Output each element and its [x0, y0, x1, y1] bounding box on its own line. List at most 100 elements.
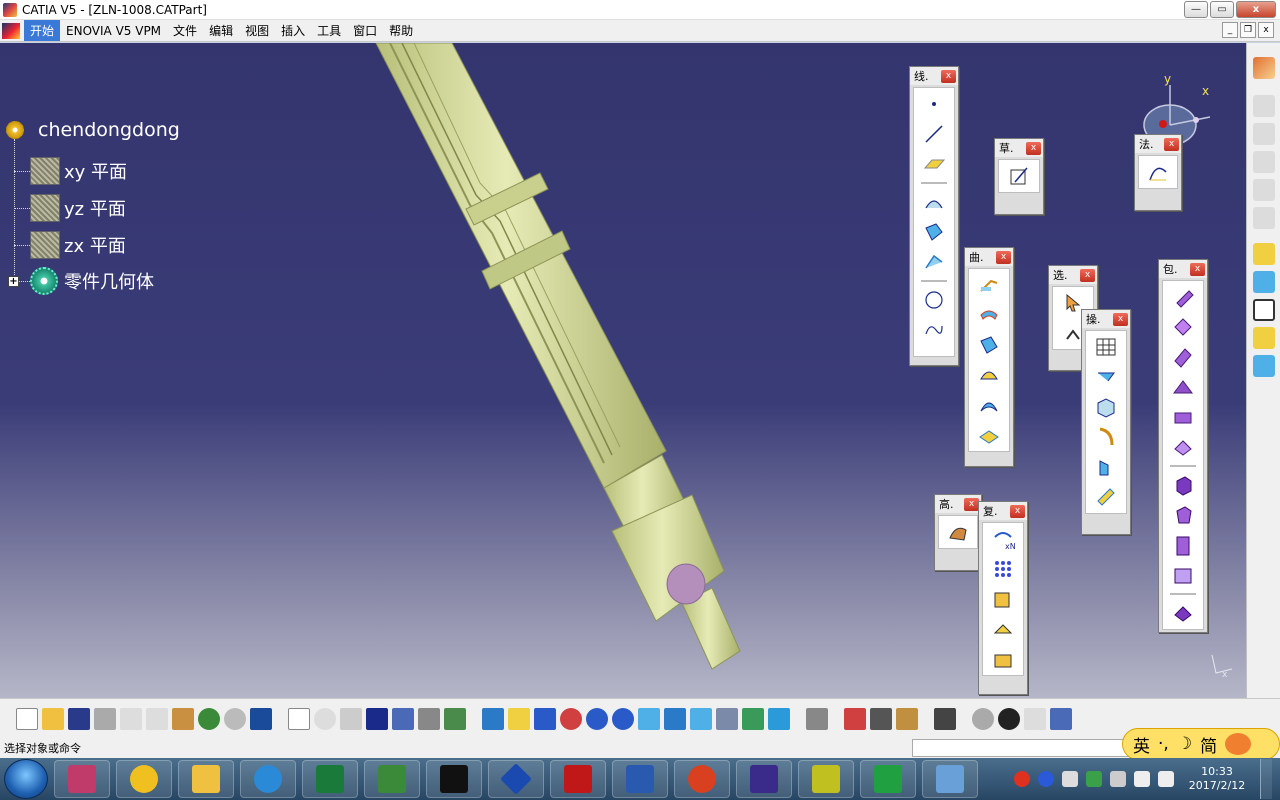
toolbar-close-button[interactable]: x [1010, 504, 1025, 518]
print-icon[interactable] [94, 707, 116, 730]
close-button[interactable]: x [1236, 1, 1276, 18]
menu-help[interactable]: 帮助 [383, 20, 419, 41]
taskbar-app-simulation[interactable] [860, 760, 916, 798]
volume-cube-icon[interactable] [1171, 473, 1195, 497]
menu-insert[interactable]: 插入 [275, 20, 311, 41]
catia-logo-icon[interactable] [2, 22, 20, 39]
taskbar-app-control-panel[interactable] [922, 760, 978, 798]
point-creation-icon[interactable] [1252, 299, 1275, 321]
taskbar-app-catia[interactable] [488, 760, 544, 798]
volume-loft-icon[interactable] [1171, 375, 1195, 399]
ime-mode[interactable]: 英 [1133, 732, 1150, 757]
volume-sweep-icon[interactable] [1171, 345, 1195, 369]
circle-icon[interactable] [922, 288, 946, 312]
measure-item-icon[interactable] [870, 707, 892, 730]
toolbar-close-button[interactable]: x [964, 497, 979, 511]
taskbar-app-360[interactable] [116, 760, 172, 798]
lock-icon[interactable] [418, 707, 440, 730]
surface-creation-icon[interactable] [1252, 355, 1275, 377]
ime-punctuation[interactable]: ·, [1158, 734, 1169, 754]
toolbar-close-button[interactable]: x [1080, 268, 1095, 282]
sweep-surface-icon[interactable] [977, 393, 1001, 417]
sphere-surface-icon[interactable] [977, 333, 1001, 357]
taskbar-app-project[interactable] [364, 760, 420, 798]
fly-mode-icon[interactable] [482, 707, 504, 730]
translate-icon[interactable] [1094, 455, 1118, 479]
knowledge-icon[interactable] [314, 707, 336, 730]
taskbar-app-render[interactable] [736, 760, 792, 798]
spec-tree-root[interactable]: chendongdong [6, 119, 180, 141]
law-curve-icon[interactable] [1146, 160, 1170, 184]
shaft-icon[interactable] [1252, 179, 1275, 201]
show-desktop-button[interactable] [1260, 759, 1272, 799]
toolbar-header[interactable]: 包. x [1159, 260, 1207, 278]
toolbar-header[interactable]: 曲. x [965, 248, 1013, 266]
offset-surface-icon[interactable] [977, 363, 1001, 387]
update-icon[interactable] [806, 707, 828, 730]
catalog-icon[interactable] [991, 647, 1015, 671]
normal-view-icon[interactable] [638, 707, 660, 730]
expand-icon[interactable]: + [8, 276, 19, 287]
toolbar-close-button[interactable]: x [1190, 262, 1205, 276]
extract-icon[interactable] [1094, 395, 1118, 419]
tree-item-label[interactable]: xy 平面 [64, 158, 127, 184]
menu-start[interactable]: 开始 [24, 20, 61, 41]
projection-icon[interactable] [922, 190, 946, 214]
measure-between-icon[interactable] [844, 707, 866, 730]
table-icon[interactable] [366, 707, 388, 730]
toolbar-volumes[interactable]: 包. x [1158, 259, 1208, 633]
plane-creation-icon[interactable] [1252, 243, 1275, 265]
taskbar-app-ie[interactable] [240, 760, 296, 798]
paste-icon[interactable] [172, 707, 194, 730]
volume-add-icon[interactable] [1171, 563, 1195, 587]
pattern-grid-icon[interactable] [991, 557, 1015, 581]
tree-item-label[interactable]: zx 平面 [64, 232, 126, 258]
ime-moon-icon[interactable]: ☽ [1177, 734, 1192, 754]
taskbar-app-word[interactable] [612, 760, 668, 798]
volume-extrude-icon[interactable] [1171, 285, 1195, 309]
repeat-object-icon[interactable]: xN [991, 527, 1016, 551]
volume-draft-icon[interactable] [1171, 533, 1195, 557]
instantiate-icon[interactable] [991, 617, 1015, 641]
toolbar-close-button[interactable]: x [941, 69, 956, 83]
command-input[interactable] [912, 739, 1130, 757]
menu-file[interactable]: 文件 [167, 20, 203, 41]
wifi-icon[interactable] [1134, 771, 1150, 787]
menu-enovia[interactable]: ENOVIA V5 VPM [60, 22, 167, 40]
toolbar-operations[interactable]: 操. x [1081, 309, 1131, 535]
taskbar-app-mechanical[interactable] [798, 760, 854, 798]
menu-edit[interactable]: 编辑 [203, 20, 239, 41]
taskbar-app-flash[interactable] [550, 760, 606, 798]
volume-boolean-icon[interactable] [1171, 601, 1195, 625]
copy-icon[interactable] [146, 707, 168, 730]
doc-restore-button[interactable]: ❐ [1240, 22, 1256, 38]
power-copy-icon[interactable] [991, 587, 1015, 611]
hand-icon[interactable] [998, 707, 1020, 730]
toolbar-header[interactable]: 复. x [979, 502, 1027, 520]
zoom-out-icon[interactable] [612, 707, 634, 730]
parameters-icon[interactable] [444, 707, 466, 730]
split-icon[interactable] [1094, 365, 1118, 389]
taskbar-app-excel[interactable] [302, 760, 358, 798]
multi-view-icon[interactable] [664, 707, 686, 730]
extrude-surface-icon[interactable] [977, 273, 1001, 297]
system-clock[interactable]: 10:33 2017/2/12 [1182, 765, 1252, 793]
pin-hole[interactable] [666, 563, 706, 605]
menu-window[interactable]: 窗口 [347, 20, 383, 41]
offset-curve-icon[interactable] [922, 250, 946, 274]
redo-icon[interactable] [224, 707, 246, 730]
toolbar-header[interactable]: 操. x [1082, 310, 1130, 328]
open-folder-icon[interactable] [42, 707, 64, 730]
toolbar-wireframe[interactable]: 线. x [909, 66, 959, 366]
menu-tools[interactable]: 工具 [311, 20, 347, 41]
pan-icon[interactable] [534, 707, 556, 730]
iso-view-icon[interactable] [690, 707, 712, 730]
zoom-in-icon[interactable] [586, 707, 608, 730]
taskbar-app-cmd[interactable] [426, 760, 482, 798]
fit-all-icon[interactable] [508, 707, 530, 730]
volume-close-icon[interactable] [1171, 435, 1195, 459]
toolbar-close-button[interactable]: x [1113, 312, 1128, 326]
toolbar-law[interactable]: 法. x [1134, 134, 1182, 211]
maximize-button[interactable]: ▭ [1210, 1, 1234, 18]
advanced-surface-icon[interactable] [946, 520, 970, 544]
